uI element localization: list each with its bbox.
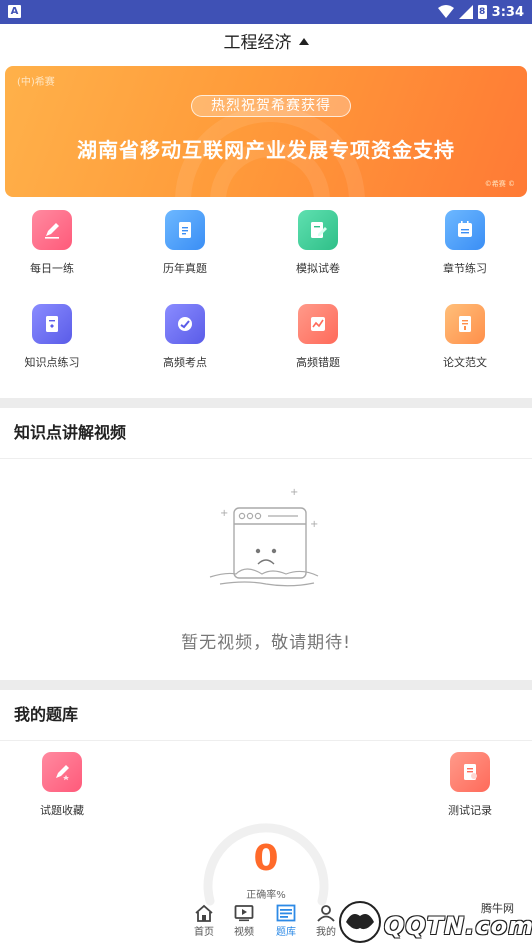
grid-item-daily-practice[interactable]: 每日一练 (0, 210, 112, 276)
battery-level: 8 (479, 7, 486, 17)
home-icon (195, 904, 213, 922)
tab-label: 题库 (276, 927, 296, 938)
grid-item-common-mistakes[interactable]: 高频错题 (258, 304, 378, 370)
caret-up-icon (298, 38, 309, 45)
accuracy-value: 0 (253, 838, 279, 879)
video-icon (234, 905, 254, 922)
grid-item-chapter-practice[interactable]: 章节练习 (405, 210, 525, 276)
divider (0, 458, 532, 459)
grid-item-label: 高频考点 (163, 356, 207, 369)
empty-state-text: 暂无视频，敬请期待! (181, 633, 351, 653)
clock: 3:34 (491, 4, 524, 20)
tab-label: 视频 (234, 927, 254, 938)
banner-headline: 湖南省移动互联网产业发展专项资金支持 (77, 138, 455, 162)
subject-selector[interactable]: 工程经济 (0, 24, 532, 64)
signal-icon (458, 5, 473, 19)
status-bar: A 8 3:34 (0, 0, 532, 24)
promo-banner[interactable]: (中)希赛 热烈祝贺希赛获得 湖南省移动互联网产业发展专项资金支持 ©希赛 © (5, 66, 527, 197)
svg-text:+: + (290, 487, 298, 498)
divider (0, 740, 532, 741)
banner-logo: (中)希赛 (17, 77, 55, 88)
grid-item-label: 历年真题 (163, 262, 207, 275)
watermark-logo (339, 901, 381, 943)
accuracy-label: 正确率% (246, 890, 286, 901)
grid-item-label: 模拟试卷 (296, 262, 340, 275)
site-watermark: 腾牛网 QQTN.com (318, 896, 532, 946)
wifi-icon (437, 5, 454, 18)
grid-item-mock-exam[interactable]: 模拟试卷 (258, 210, 378, 276)
banner-corner-mark: ©希赛 © (484, 180, 515, 188)
svg-text:+: + (220, 508, 228, 519)
question-bank-icon (276, 904, 296, 922)
grid-item-knowledge-practice[interactable]: 知识点练习 (0, 304, 112, 370)
essay-icon (445, 304, 485, 344)
tab-home[interactable]: 首页 (186, 900, 222, 938)
grid-item-sample-essays[interactable]: 论文范文 (405, 304, 525, 370)
favorites-button[interactable]: 试题收藏 (2, 752, 122, 818)
pencil-icon (32, 210, 72, 250)
banner-tag: 热烈祝贺希赛获得 (191, 95, 351, 117)
video-section-title: 知识点讲解视频 (14, 423, 127, 442)
star-icon (42, 752, 82, 792)
watermark-text: QQTN.com (384, 912, 532, 940)
checklist-icon (445, 210, 485, 250)
grid-item-past-exams[interactable]: 历年真题 (125, 210, 245, 276)
page-title: 工程经济 (223, 33, 292, 53)
tab-label: 首页 (194, 927, 214, 938)
grid-item-label: 论文范文 (443, 356, 487, 369)
favorites-label: 试题收藏 (40, 804, 84, 817)
battery-icon: 8 (477, 5, 487, 19)
test-records-button[interactable]: 测试记录 (410, 752, 530, 818)
tab-video[interactable]: 视频 (226, 900, 262, 938)
grid-item-hot-topics[interactable]: 高频考点 (125, 304, 245, 370)
test-records-label: 测试记录 (448, 804, 492, 817)
my-bank-title: 我的题库 (14, 705, 79, 724)
grid-item-label: 章节练习 (443, 262, 487, 275)
empty-browser-illustration: + + + (209, 487, 318, 587)
grid-item-label: 每日一练 (30, 262, 74, 275)
app-notification-icon: A (8, 5, 21, 18)
record-icon (450, 752, 490, 792)
bookmark-icon (32, 304, 72, 344)
grid-item-label: 知识点练习 (24, 356, 80, 369)
svg-text:+: + (310, 519, 318, 530)
document-icon (165, 210, 205, 250)
edit-paper-icon (298, 210, 338, 250)
chart-icon (298, 304, 338, 344)
grid-item-label: 高频错题 (296, 356, 340, 369)
tab-question-bank[interactable]: 题库 (268, 900, 304, 938)
target-icon (165, 304, 205, 344)
